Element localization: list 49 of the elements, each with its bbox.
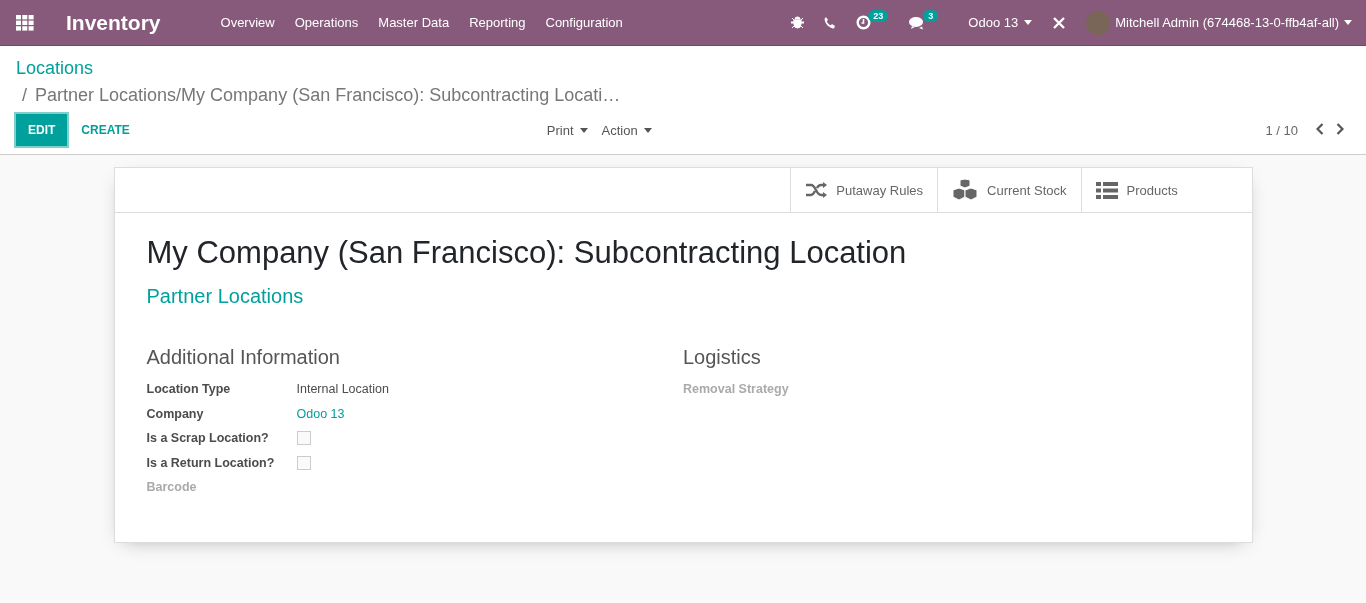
edit-button[interactable]: EDIT — [16, 114, 68, 146]
chevron-right-icon — [1336, 122, 1344, 135]
app-name[interactable]: Inventory — [56, 10, 171, 35]
menu-item[interactable]: Reporting — [459, 15, 536, 30]
action-dropdown[interactable]: Action — [594, 116, 659, 144]
menu-item[interactable]: Overview — [210, 15, 285, 30]
caret-icon — [579, 127, 588, 133]
menu-item[interactable]: Master Data — [368, 15, 460, 30]
field-value: Internal Location — [296, 382, 389, 397]
field-label: Location Type — [146, 382, 232, 397]
breadcrumb-current: Partner Locations/My Company (San Francisco): Subcontracting Locati… — [35, 85, 621, 106]
smart-button[interactable]: Putaway Rules — [790, 168, 937, 212]
shuffle-icon — [805, 182, 828, 198]
apps-menu-icon[interactable] — [16, 14, 34, 31]
company-switcher[interactable]: Odoo 13 — [958, 15, 1043, 30]
group-title: Additional Information — [146, 346, 341, 369]
phone-icon[interactable] — [824, 16, 837, 29]
user-menu[interactable]: Mitchell Admin (674468-13-0-ffb4af-all) — [1076, 10, 1366, 35]
avatar-icon — [1086, 10, 1111, 35]
list-icon — [1095, 181, 1118, 199]
group-title: Logistics — [683, 346, 762, 369]
field-label: Is a Return Location? — [146, 455, 276, 470]
caret-icon — [643, 127, 652, 133]
caret-icon — [1344, 20, 1352, 25]
cubes-icon — [952, 179, 978, 201]
activity-count-badge: 23 — [868, 9, 889, 22]
company-link[interactable]: Odoo 13 — [296, 406, 345, 421]
breadcrumb-separator: / — [22, 85, 27, 106]
record-title: My Company (San Francisco): Subcontracting Location — [146, 235, 908, 271]
bug-icon[interactable] — [791, 16, 805, 29]
smart-button[interactable]: Products — [1080, 168, 1223, 212]
print-dropdown[interactable]: Print — [539, 116, 595, 144]
breadcrumb-link[interactable]: Locations — [16, 58, 94, 79]
field-label: Removal Strategy — [683, 382, 790, 397]
caret-icon — [1024, 20, 1033, 25]
message-count-badge: 3 — [923, 9, 939, 22]
clock-icon[interactable] — [856, 15, 872, 30]
field-label: Barcode — [146, 480, 198, 495]
smart-button[interactable]: Current Stock — [937, 168, 1081, 212]
menu-item[interactable]: Operations — [284, 15, 369, 30]
field-label: Is a Scrap Location? — [146, 431, 270, 446]
create-button[interactable]: CREATE — [67, 115, 144, 145]
checkbox[interactable] — [296, 455, 311, 470]
chevron-left-icon — [1316, 122, 1324, 135]
parent-location-link[interactable]: Partner Locations — [146, 285, 304, 308]
menu-item[interactable]: Configuration — [535, 15, 633, 30]
field-label: Company — [146, 406, 205, 421]
checkbox[interactable] — [296, 431, 311, 446]
pager-counter: 1 / 10 — [1265, 122, 1298, 138]
